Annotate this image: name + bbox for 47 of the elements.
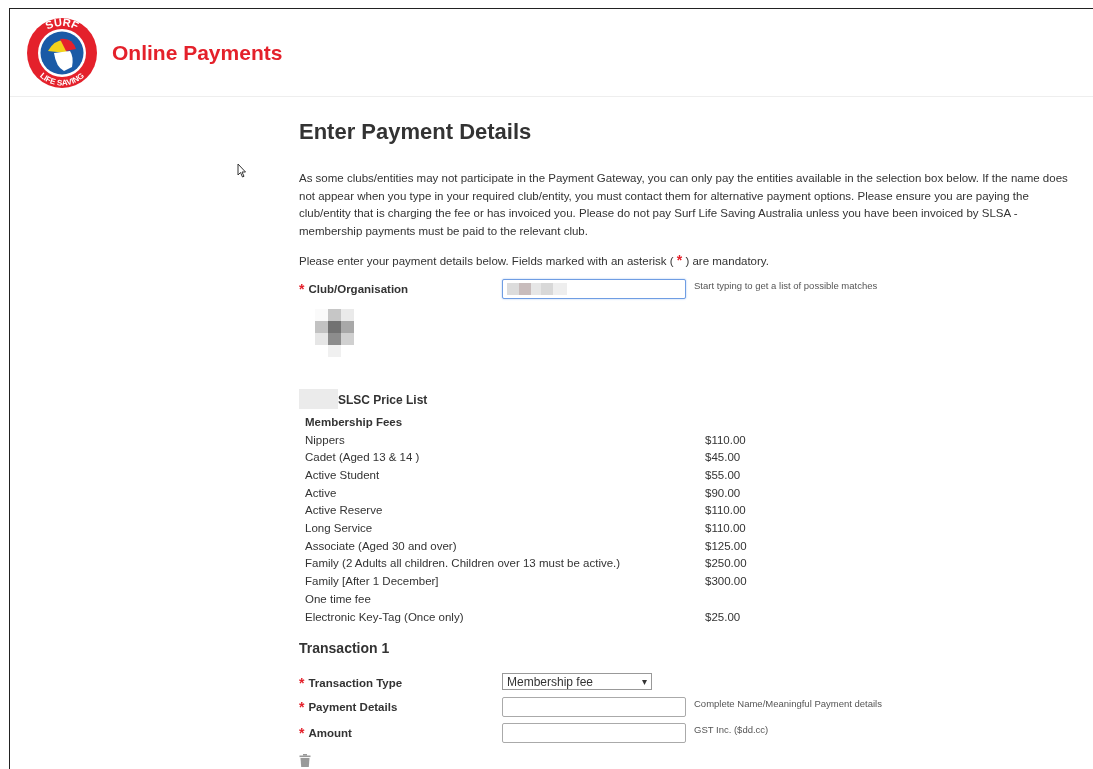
mandatory-note: Please enter your payment details below. Fields marked with an asterisk ( * ) are mandatory.: [299, 251, 770, 271]
fee-price: $110.00: [705, 521, 746, 537]
fee-name: Family [After 1 December]: [305, 575, 439, 588]
intro-paragraph: As some clubs/entities may not participate in the Payment Gateway, you can only pay the entities available in the selection box below. If the name does not appear when you type in your required club/entity, you must contact them for alternative payment options. Please ensure you are paying the club/entity that is charging the fee or has invoiced you. Please do not pay Surf Life Saving Australia unless you have been invoiced by SLSA - membership payments must be paid to the relevant club.: [299, 171, 1069, 239]
trash-icon[interactable]: [299, 753, 311, 767]
field-label: Payment Details: [308, 700, 398, 715]
fee-name: Electronic Key-Tag (Once only): [305, 610, 464, 623]
section-heading: Transaction 1: [299, 639, 391, 659]
heading: Enter Payment Details: [299, 119, 533, 146]
field-label: Amount: [308, 726, 352, 741]
fee-price: $125.00: [705, 538, 747, 554]
fee-price: $90.00: [705, 485, 741, 501]
blurred-image: [315, 309, 355, 360]
page-title: Online Payments: [112, 39, 283, 66]
fee-price: $110.00: [705, 503, 746, 519]
required-icon: *: [299, 282, 305, 297]
fee-price: $250.00: [705, 556, 747, 572]
fee-name: Associate (Aged 30 and over): [305, 539, 457, 552]
fee-price: $55.00: [705, 468, 741, 483]
field-hint: Start typing to get a list of possible matches: [694, 279, 878, 294]
price-list-title: SLSC Price List: [338, 392, 428, 410]
required-icon: *: [299, 676, 305, 691]
fee-price: $300.00: [705, 574, 747, 590]
club-field[interactable]: [502, 279, 686, 300]
fee-name: Nippers: [305, 433, 345, 446]
cursor-icon: [237, 163, 247, 178]
field-label: Transaction Type: [308, 676, 403, 691]
fee-price: $110.00: [705, 432, 746, 448]
required-icon: *: [299, 700, 305, 715]
input-field[interactable]: [502, 697, 686, 718]
fee-price: $45.00: [705, 450, 741, 466]
fee-name: Active Student: [305, 469, 380, 481]
field-label: Club/Organisation: [308, 282, 409, 297]
field-hint: Complete Name/Meaningful Payment details: [694, 697, 882, 712]
fee-name: Long Service: [305, 522, 373, 535]
fee-name: Active Reserve: [305, 504, 383, 517]
fee-name: Active: [305, 486, 337, 499]
caret-icon: ▾: [642, 674, 647, 690]
price-list-section: Membership Fees: [299, 414, 1071, 432]
fee-name: Family (2 Adults all children. Children over 13 must be active.): [305, 557, 621, 570]
fee-price: $25.00: [705, 609, 741, 625]
fee-name: Cadet (Aged 13 & 14 ): [305, 451, 420, 464]
input-field[interactable]: [502, 723, 686, 744]
required-icon: *: [299, 726, 305, 741]
transaction-type-select[interactable]: Membership fee ▾: [502, 673, 652, 691]
field-hint: GST Inc. ($dd.cc): [694, 723, 769, 738]
fee-name: One time fee: [305, 592, 371, 605]
